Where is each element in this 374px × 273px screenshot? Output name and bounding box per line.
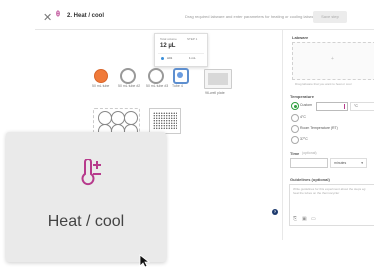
time-unit-select[interactable]: minutes ▾ (330, 158, 367, 168)
time-input[interactable] (290, 158, 328, 168)
labware-dropzone[interactable]: + (292, 42, 374, 80)
divider (158, 53, 204, 54)
radio-rt-label: Room Temperature (RT) (300, 126, 338, 130)
labware-heading: Labware (292, 35, 309, 40)
time-optional: (optional) (302, 151, 317, 155)
radio-custom-label: Custom (300, 103, 313, 107)
help-icon[interactable]: ? (272, 209, 278, 215)
radio-37c[interactable] (291, 136, 299, 144)
well (124, 111, 138, 125)
save-button[interactable]: Save step (313, 11, 347, 23)
tube-label: Tube 4 (172, 84, 183, 88)
popup-step-label: STEP 1 (187, 37, 198, 41)
well-plate[interactable] (204, 69, 232, 89)
time-unit-label: minutes (334, 161, 347, 165)
tile-label: Heat / cool (47, 213, 125, 230)
plate-label: 96-well plate (205, 91, 225, 95)
attach-icon[interactable]: ⎘ (293, 216, 297, 222)
time-heading: Time (290, 151, 300, 156)
header-hint: Drag required labware and enter paramete… (185, 14, 318, 19)
tube-label: 50 mL tube #3 (146, 84, 169, 88)
radio-room-temperature[interactable] (291, 125, 299, 133)
radio-4c-label: 4°C (300, 115, 306, 119)
tube-empty[interactable] (120, 68, 136, 84)
thermometer-plus-minus-icon (80, 158, 104, 192)
well (111, 111, 125, 125)
popup-volume: 12 µL (160, 43, 176, 49)
chevron-down-icon: ▾ (361, 161, 363, 165)
tube-label: 50 mL tube #2 (118, 84, 141, 88)
well-dot-icon (161, 57, 164, 60)
step-editor: ✕ ᶿ 2. Heat / cool Drag required labware… (0, 0, 374, 268)
step-header: ✕ ᶿ 2. Heat / cool Drag required labware… (35, 8, 374, 30)
heat-cool-tile[interactable] (6, 132, 166, 262)
guidelines-placeholder: Write guidelines for this experiment abo… (293, 187, 367, 195)
guidelines-heading: Guidelines (optional) (290, 177, 330, 182)
popup-label: Total volume (160, 37, 177, 41)
plate-wells (208, 73, 228, 85)
tube-empty[interactable] (148, 68, 164, 84)
page-title: 2. Heat / cool (67, 13, 105, 19)
cursor-icon (139, 254, 151, 273)
tube-label: 50 mL tube (92, 84, 110, 88)
tube-rack[interactable] (149, 108, 181, 134)
popup-row-value: 1 mL (189, 56, 196, 60)
temperature-heading: Temperature (290, 94, 314, 99)
tube-orange[interactable] (94, 69, 108, 83)
tube-blue[interactable] (173, 68, 189, 84)
well (98, 111, 112, 125)
guidelines-textarea[interactable]: Write guidelines for this experiment abo… (289, 184, 374, 226)
video-icon[interactable]: ▭ (311, 216, 316, 222)
radio-4c[interactable] (291, 114, 299, 122)
plus-icon: + (331, 56, 334, 62)
radio-37c-label: 37°C (300, 137, 308, 141)
radio-custom[interactable] (291, 102, 299, 110)
popup-row-key: A01 (167, 56, 173, 60)
rack-slots (153, 112, 177, 130)
custom-temperature-input[interactable] (316, 102, 348, 111)
unit-select[interactable]: °C (350, 102, 374, 111)
image-icon[interactable]: ▣ (302, 216, 307, 222)
dropzone-caption: Drag labware that you want to heat or co… (295, 82, 352, 86)
close-icon[interactable]: ✕ (43, 11, 52, 24)
heat-cool-icon: ᶿ (56, 10, 60, 22)
volume-popup: Total volume STEP 1 12 µL A01 1 mL (154, 33, 208, 67)
divider (282, 30, 283, 240)
